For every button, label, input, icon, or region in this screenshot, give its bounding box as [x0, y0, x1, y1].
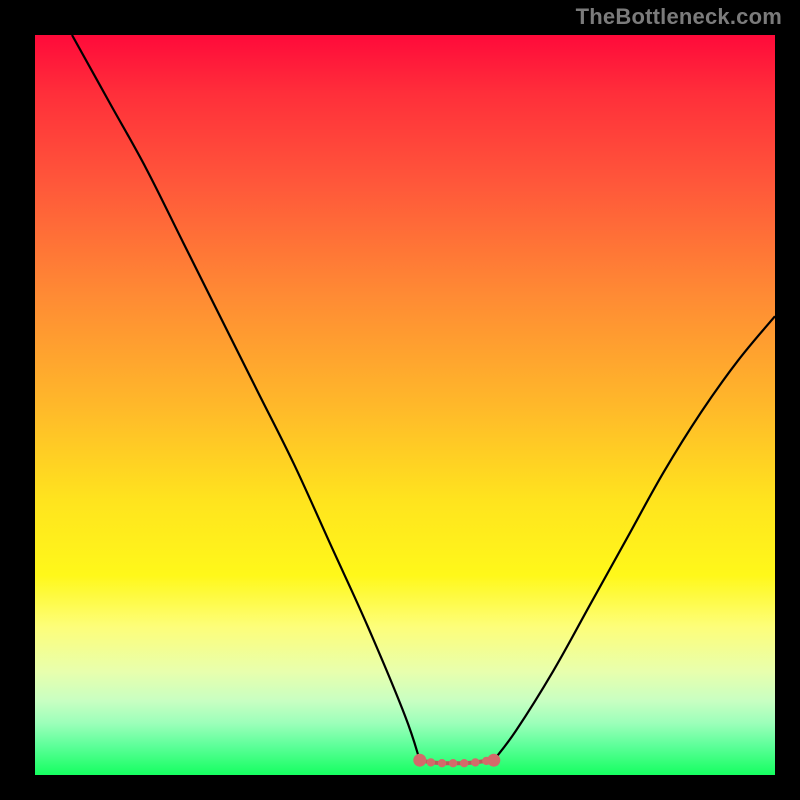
- floor-marker-dot: [449, 759, 457, 767]
- curve-left: [72, 35, 420, 760]
- floor-marker-dot: [438, 759, 446, 767]
- curve-right: [494, 316, 775, 760]
- floor-marker-dot: [487, 754, 500, 767]
- chart-frame: TheBottleneck.com: [0, 0, 800, 800]
- plot-area: [35, 35, 775, 775]
- floor-marker-dot: [471, 758, 479, 766]
- floor-marker-dot: [427, 758, 435, 766]
- curve-svg: [35, 35, 775, 775]
- floor-marker-dot: [413, 754, 426, 767]
- floor-marker-dot: [460, 759, 468, 767]
- watermark-label: TheBottleneck.com: [576, 4, 782, 30]
